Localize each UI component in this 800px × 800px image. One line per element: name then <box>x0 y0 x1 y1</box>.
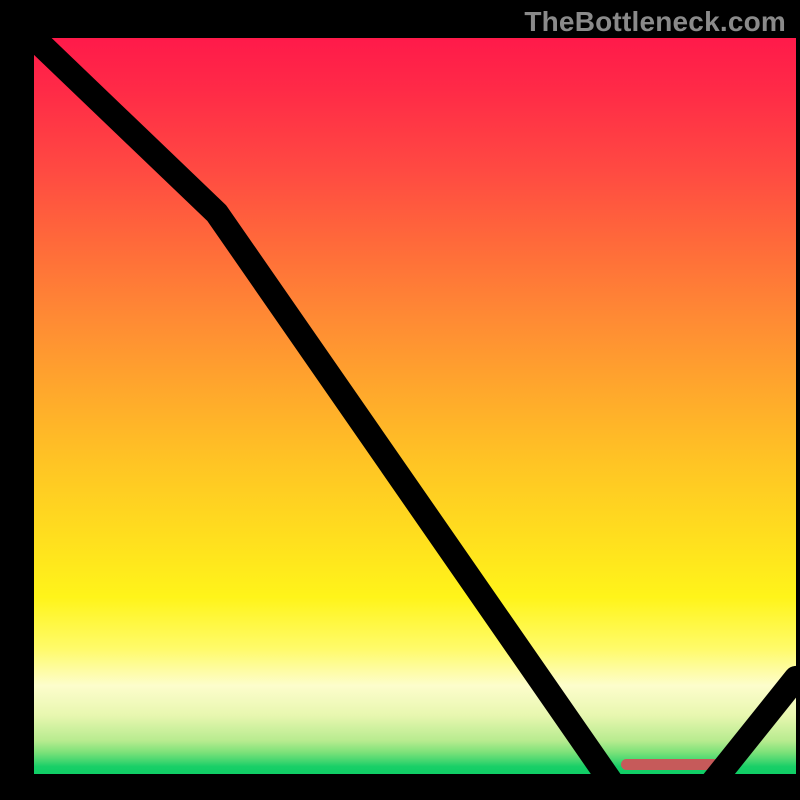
plot-area <box>34 38 796 774</box>
chart-container: TheBottleneck.com <box>0 0 800 800</box>
bottleneck-curve <box>34 38 796 800</box>
watermark-text: TheBottleneck.com <box>524 6 786 38</box>
bottleneck-curve-line <box>34 38 796 792</box>
